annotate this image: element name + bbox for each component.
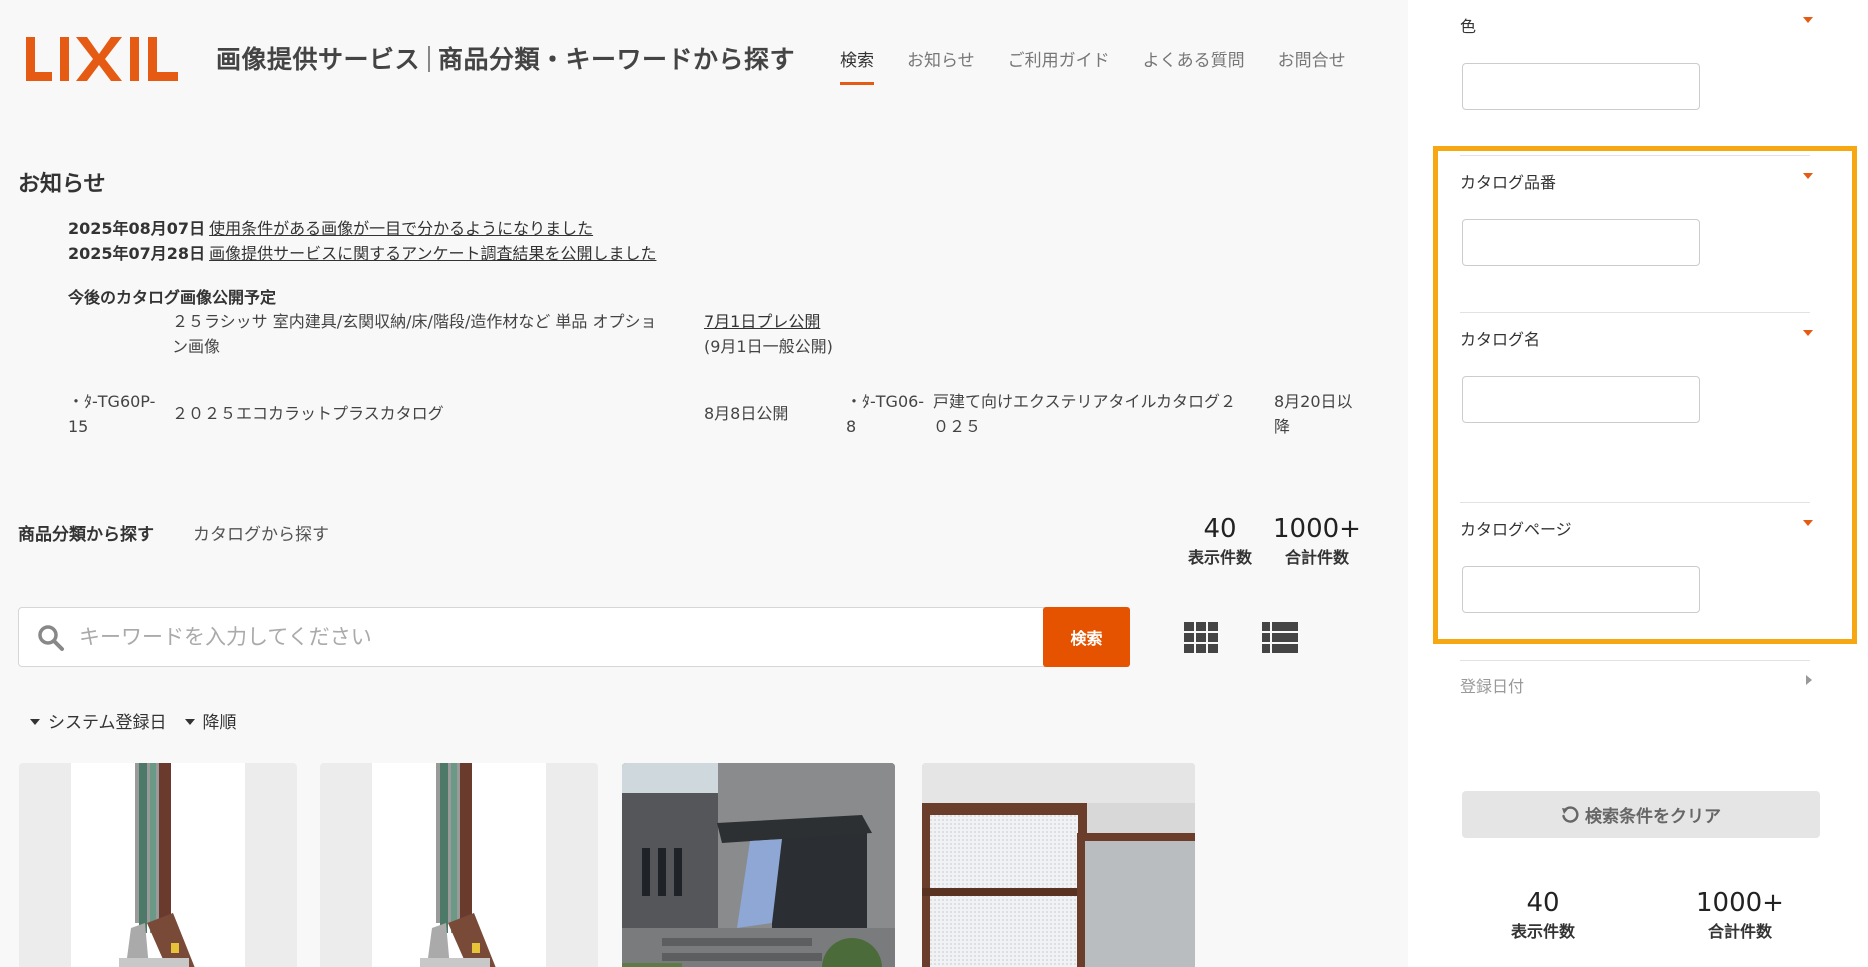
sidebar-display-count: 40 表示件数 [1498, 888, 1588, 942]
total-count-value: 1000+ [1273, 514, 1361, 544]
title-divider [428, 46, 431, 72]
news-list: 2025年08月07日 使用条件がある画像が一目で分かるようになりました 2025… [68, 216, 656, 266]
schedule-status-line: 降 [1274, 417, 1291, 436]
filter-catalog-name-label: カタログ名 [1460, 330, 1541, 349]
tab-category-search[interactable]: 商品分類から探す [18, 520, 154, 545]
product-image-window-section [71, 763, 245, 967]
news-heading: お知らせ [18, 172, 106, 197]
total-count-value: 1000+ [1696, 888, 1784, 918]
main-content: 画像提供サービス 商品分類・キーワードから探す 検索 お知らせ ご利用ガイド よく… [0, 0, 1408, 967]
schedule-name: ２０２５エコカラットプラスカタログ [172, 404, 444, 423]
divider [1460, 660, 1810, 661]
grid-view-icon[interactable] [1184, 622, 1219, 654]
catalog-page-field[interactable] [1462, 566, 1700, 613]
nav-contact[interactable]: お問合せ [1278, 46, 1346, 85]
news-item: 2025年07月28日 画像提供サービスに関するアンケート調査結果を公開しました [68, 241, 656, 266]
display-count-value: 40 [1526, 888, 1560, 918]
schedule-name: ２５ラシッサ 室内建具/玄関収納/床/階段/造作材など 単品 オプショ ン画像 [172, 309, 702, 359]
divider [1460, 502, 1810, 503]
display-count-value: 40 [1203, 514, 1237, 544]
caret-down-icon[interactable] [1803, 520, 1813, 526]
sort-controls: システム登録日 降順 [30, 708, 237, 733]
news-date: 2025年08月07日 [68, 219, 206, 238]
caret-down-icon[interactable] [1803, 173, 1813, 179]
total-count-label: 合計件数 [1284, 548, 1349, 567]
product-image-window-section [372, 763, 546, 967]
caret-right-icon[interactable] [1806, 675, 1812, 685]
schedule-code-line: 15 [68, 417, 89, 436]
schedule-code: ・ﾀ-TG06- 8 [846, 389, 924, 439]
schedule-name-line: 戸建て向けエクステリアタイルカタログ２ [933, 392, 1237, 411]
search-box [18, 607, 1045, 667]
schedule-status: 7月1日プレ公開 (9月1日一般公開) [704, 309, 833, 359]
schedule-code-line: 8 [846, 417, 857, 436]
schedule-status-line: 8月20日以 [1274, 392, 1353, 411]
total-count-label: 合計件数 [1707, 922, 1772, 941]
search-input[interactable] [79, 616, 1019, 658]
display-count-label: 表示件数 [1187, 548, 1252, 567]
schedule-name: 戸建て向けエクステリアタイルカタログ２ ０２５ [933, 389, 1236, 439]
search-button[interactable]: 検索 [1043, 607, 1130, 667]
sidebar-total-count: 1000+ 合計件数 [1695, 888, 1785, 942]
list-view-icon[interactable] [1262, 622, 1298, 654]
search-icon [38, 625, 64, 651]
product-image-exterior-awning [622, 763, 895, 967]
lixil-logo[interactable] [26, 34, 184, 84]
divider [1460, 312, 1810, 313]
catalog-number-field[interactable] [1462, 219, 1700, 266]
page-title: 画像提供サービス 商品分類・キーワードから探す [216, 40, 795, 76]
display-count-label: 表示件数 [1510, 922, 1575, 941]
schedule-status: 8月8日公開 [704, 404, 789, 423]
divider [1460, 155, 1810, 156]
schedule-code-line: ・ﾀ-TG60P- [68, 392, 156, 411]
schedule-name-line: ン画像 [172, 337, 221, 356]
sort-field-value: システム登録日 [48, 713, 167, 733]
total-count: 1000+ 合計件数 [1272, 514, 1362, 568]
news-link[interactable]: 使用条件がある画像が一目で分かるようになりました [209, 219, 593, 238]
schedule-code-line: ・ﾀ-TG06- [846, 392, 925, 411]
schedule-name-line: ０２５ [933, 417, 982, 436]
news-link[interactable]: 画像提供サービスに関するアンケート調査結果を公開しました [209, 244, 656, 263]
page-title-section: 商品分類・キーワードから探す [438, 45, 796, 74]
news-item: 2025年08月07日 使用条件がある画像が一目で分かるようになりました [68, 216, 656, 241]
result-card[interactable] [922, 763, 1195, 967]
schedule-status-note: (9月1日一般公開) [704, 337, 833, 356]
filter-sidebar: 色 カタログ品番 カタログ名 カタログページ 登録日付 検索条件をクリア 40 … [1408, 0, 1868, 967]
schedule-status: 8月20日以 降 [1274, 389, 1353, 439]
caret-down-icon[interactable] [1803, 17, 1813, 23]
page-title-service: 画像提供サービス [216, 45, 421, 74]
result-card[interactable] [320, 763, 598, 967]
catalog-name-field[interactable] [1462, 376, 1700, 423]
filter-color-label: 色 [1460, 17, 1477, 36]
caret-down-icon [184, 719, 195, 725]
nav-search[interactable]: 検索 [840, 46, 874, 85]
clear-filters-button[interactable]: 検索条件をクリア [1462, 791, 1820, 838]
product-image-interior-window [922, 763, 1195, 967]
sort-order-dropdown[interactable]: 降順 [184, 708, 237, 733]
sort-field-dropdown[interactable]: システム登録日 [30, 708, 167, 733]
schedule-code: ・ﾀ-TG60P- 15 [68, 389, 155, 439]
schedule-status-link[interactable]: 7月1日プレ公開 [704, 312, 820, 331]
reset-icon [1562, 805, 1579, 823]
nav-guide[interactable]: ご利用ガイド [1008, 46, 1110, 85]
schedule-name-line: ２５ラシッサ 室内建具/玄関収納/床/階段/造作材など 単品 オプショ [172, 312, 657, 331]
news-date: 2025年07月28日 [68, 244, 206, 263]
nav-faq[interactable]: よくある質問 [1143, 46, 1245, 85]
tab-catalog-search[interactable]: カタログから探す [193, 520, 329, 545]
filter-register-date-label[interactable]: 登録日付 [1460, 673, 1524, 697]
filter-catalog-number-label: カタログ品番 [1460, 173, 1557, 192]
filter-catalog-page-label: カタログページ [1460, 520, 1572, 539]
schedule-heading: 今後のカタログ画像公開予定 [68, 288, 277, 307]
result-card[interactable] [19, 763, 297, 967]
nav-news[interactable]: お知らせ [907, 46, 975, 85]
top-nav: 検索 お知らせ ご利用ガイド よくある質問 お問合せ [840, 46, 1379, 85]
sort-order-value: 降順 [202, 713, 237, 733]
caret-down-icon [30, 719, 40, 725]
caret-down-icon[interactable] [1803, 330, 1813, 336]
result-card[interactable] [622, 763, 895, 967]
display-count: 40 表示件数 [1180, 514, 1260, 568]
color-field[interactable] [1462, 63, 1700, 110]
clear-filters-label: 検索条件をクリア [1585, 807, 1721, 827]
